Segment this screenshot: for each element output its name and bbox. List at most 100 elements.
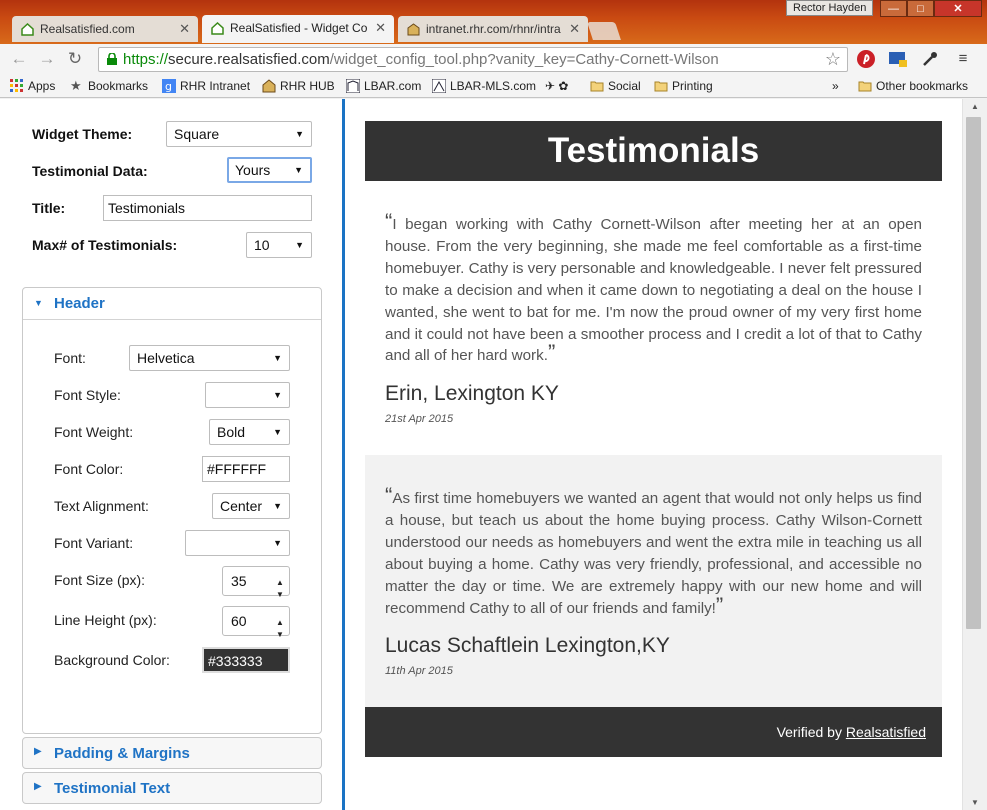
stepper-up-icon[interactable]: ▲	[274, 609, 286, 627]
testimonial-data-select[interactable]: Yours ▼	[227, 157, 312, 183]
title-input[interactable]: Testimonials	[103, 195, 312, 221]
scroll-up-icon[interactable]: ▲	[971, 102, 979, 111]
bookmark-printing[interactable]: Printing	[654, 78, 713, 94]
line-height-stepper[interactable]: 60 ▲ ▼	[222, 606, 290, 639]
tab-realsatisfied[interactable]: Realsatisfied.com ✕	[12, 16, 198, 42]
star-icon: ★	[70, 78, 82, 93]
bookmark-extensions[interactable]: ✈ ✿	[545, 78, 568, 94]
font-size-stepper[interactable]: 35 ▲ ▼	[222, 566, 290, 599]
apps-grid-icon	[10, 79, 23, 92]
font-weight-label: Font Weight:	[54, 424, 134, 440]
stepper-down-icon[interactable]: ▼	[274, 621, 286, 639]
dropdown-arrow-icon: ▼	[273, 501, 282, 511]
lock-icon	[107, 53, 117, 65]
menu-icon[interactable]: ≡	[952, 48, 974, 70]
close-window-button[interactable]: ✕	[934, 0, 982, 17]
font-variant-label: Font Variant:	[54, 535, 134, 551]
dropdown-arrow-icon: ▼	[295, 129, 304, 139]
dropdown-arrow-icon: ▼	[295, 240, 304, 250]
tab-widget-config[interactable]: RealSatisfied - Widget Co ✕	[202, 15, 394, 43]
building-icon	[407, 23, 420, 36]
tab-label: intranet.rhr.com/rhnr/intra	[426, 22, 561, 36]
browser-titlebar: Realsatisfied.com ✕ RealSatisfied - Widg…	[0, 0, 987, 44]
widget-theme-label: Widget Theme:	[32, 126, 133, 142]
text-alignment-label: Text Alignment:	[54, 498, 149, 514]
minimize-button[interactable]: —	[880, 0, 907, 17]
testimonial-text: “I began working with Cathy Cornett-Wils…	[385, 209, 922, 366]
background-color-input[interactable]: #333333	[202, 647, 290, 673]
widget-preview: Testimonials “I began working with Cathy…	[345, 99, 962, 810]
building-icon	[262, 79, 276, 93]
testimonial-text: “As first time homebuyers we wanted an a…	[385, 483, 922, 618]
max-testimonials-label: Max# of Testimonials:	[32, 237, 178, 253]
close-icon[interactable]: ✕	[375, 15, 386, 41]
scrollbar[interactable]: ▲ ▼	[962, 99, 987, 810]
tab-intranet[interactable]: intranet.rhr.com/rhnr/intra ✕	[398, 16, 588, 42]
testimonial-author: Erin, Lexington KY	[385, 382, 559, 405]
folder-icon	[858, 81, 872, 92]
widget-footer: Verified by Realsatisfied	[365, 707, 942, 757]
stepper-down-icon[interactable]: ▼	[274, 581, 286, 599]
tab-label: RealSatisfied - Widget Co	[230, 21, 368, 35]
stepper-up-icon[interactable]: ▲	[274, 569, 286, 587]
dropdown-arrow-icon: ▼	[294, 165, 303, 175]
svg-text:g: g	[165, 80, 172, 93]
close-quote-icon: ”	[715, 592, 724, 618]
eyedropper-icon[interactable]	[920, 49, 940, 69]
font-label: Font:	[54, 350, 86, 366]
reload-icon[interactable]: ↻	[64, 48, 86, 70]
testimonial-author: Lucas Schaftlein Lexington,KY	[385, 634, 670, 657]
bookmark-lbar[interactable]: LBAR.com	[346, 78, 421, 94]
new-tab-button[interactable]	[587, 22, 621, 40]
max-testimonials-select[interactable]: 10 ▼	[246, 232, 312, 258]
font-variant-select[interactable]: ▼	[185, 530, 290, 556]
pinterest-icon[interactable]	[856, 49, 876, 69]
bookmarks-overflow[interactable]: »	[832, 78, 839, 94]
font-style-label: Font Style:	[54, 387, 121, 403]
lbar-logo-icon	[432, 79, 446, 93]
widget-header-title: Testimonials	[365, 121, 942, 181]
google-icon: g	[162, 79, 176, 93]
bookmark-rhr-intranet[interactable]: g RHR Intranet	[162, 78, 250, 94]
bookmarks-bar: Apps ★ Bookmarks g RHR Intranet RHR HUB …	[0, 74, 987, 98]
header-accordion-toggle[interactable]: ▼ Header	[23, 288, 321, 320]
bookmark-apps[interactable]: Apps	[10, 78, 55, 94]
testimonial-date: 11th Apr 2015	[385, 665, 453, 677]
scroll-down-icon[interactable]: ▼	[971, 798, 979, 807]
font-weight-select[interactable]: Bold ▼	[209, 419, 290, 445]
url-text: https://secure.realsatisfied.com/widget_…	[123, 51, 719, 68]
bookmark-other[interactable]: Other bookmarks	[858, 78, 968, 94]
widget-theme-select[interactable]: Square ▼	[166, 121, 312, 147]
star-icon[interactable]: ☆	[825, 49, 841, 70]
header-accordion: ▼ Header Font: Helvetica ▼ Font Style: ▼ …	[22, 287, 322, 734]
house-icon	[211, 22, 224, 35]
caret-right-icon: ▶	[34, 781, 42, 792]
bookmark-social[interactable]: Social	[590, 78, 641, 94]
dropdown-arrow-icon: ▼	[273, 538, 282, 548]
scrollbar-thumb[interactable]	[966, 117, 981, 629]
dropdown-arrow-icon: ▼	[273, 353, 282, 363]
forward-arrow-icon[interactable]: →	[36, 48, 58, 70]
close-icon[interactable]: ✕	[569, 16, 580, 42]
close-icon[interactable]: ✕	[179, 16, 190, 42]
back-arrow-icon[interactable]: ←	[8, 48, 30, 70]
close-quote-icon: ”	[547, 340, 556, 366]
testimonial-text-accordion[interactable]: ▶ Testimonial Text	[22, 772, 322, 804]
maximize-button[interactable]: □	[907, 0, 934, 17]
verified-by-text: Verified by	[776, 724, 846, 740]
testimonial-date: 21st Apr 2015	[385, 413, 454, 425]
font-style-select[interactable]: ▼	[205, 382, 290, 408]
text-alignment-select[interactable]: Center ▼	[212, 493, 290, 519]
font-color-input[interactable]: #FFFFFF	[202, 456, 290, 482]
address-bar[interactable]: https://secure.realsatisfied.com/widget_…	[98, 47, 848, 72]
bookmark-bookmarks[interactable]: ★ Bookmarks	[70, 78, 148, 94]
bookmark-rhr-hub[interactable]: RHR HUB	[262, 78, 335, 94]
realsatisfied-link[interactable]: Realsatisfied	[846, 724, 926, 740]
profile-button[interactable]: Rector Hayden	[786, 0, 874, 16]
background-color-label: Background Color:	[54, 652, 170, 668]
cast-icon[interactable]	[888, 49, 908, 69]
bookmark-lbar-mls[interactable]: LBAR-MLS.com	[432, 78, 536, 94]
browser-toolbar: ← → ↻ https://secure.realsatisfied.com/w…	[0, 44, 987, 74]
font-select[interactable]: Helvetica ▼	[129, 345, 290, 371]
padding-margins-accordion[interactable]: ▶ Padding & Margins	[22, 737, 322, 769]
